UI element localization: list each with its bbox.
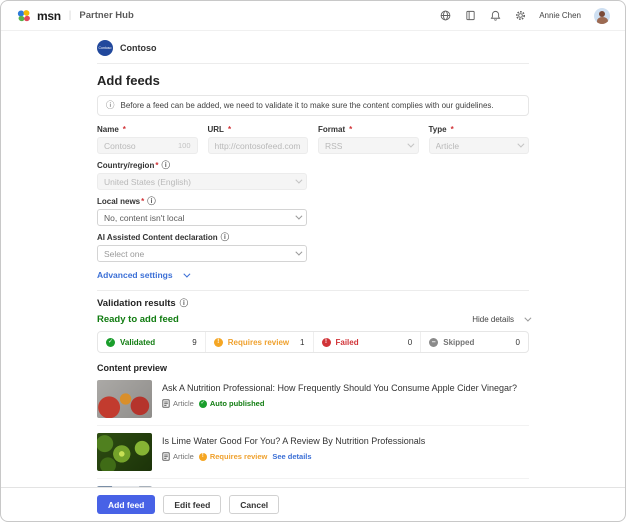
divider <box>97 290 529 291</box>
country-label: Country/region ⓘ <box>97 161 307 170</box>
country-select: United States (English) <box>97 173 307 190</box>
format-field-group: Format RSS <box>318 125 419 154</box>
publisher-avatar: Contoso <box>97 40 113 56</box>
see-details-link[interactable]: See details <box>272 452 311 461</box>
partner-hub-window: msn | Partner Hub <box>0 0 626 522</box>
notifications-icon[interactable] <box>489 10 501 22</box>
article-title: Is Lime Water Good For You? A Review By … <box>162 436 529 446</box>
article-thumbnail <box>97 380 152 418</box>
top-actions: Annie Chen <box>439 8 610 24</box>
url-field-group: URL http://contosofeed.com <box>208 125 309 154</box>
stat-failed: Failed 0 <box>314 332 422 352</box>
name-label: Name <box>97 125 198 134</box>
check-circle-icon <box>106 338 115 347</box>
chevron-down-icon <box>407 141 414 148</box>
ai-declaration-field-group: AI Assisted Content declaration ⓘ Select… <box>97 233 307 262</box>
article-thumbnail <box>97 433 152 471</box>
msn-butterfly-logo-icon <box>16 9 32 23</box>
validation-stats: Validated 9 Requires review 1 Failed 0 S… <box>97 331 529 353</box>
chevron-down-icon <box>295 177 302 184</box>
chevron-down-icon <box>295 213 302 220</box>
advanced-settings-link[interactable]: Advanced settings <box>97 270 188 280</box>
review-status: Requires review <box>199 452 268 461</box>
content-preview-title: Content preview <box>97 363 529 373</box>
country-field-group: Country/region ⓘ United States (English) <box>97 161 307 190</box>
brand-name: msn <box>37 9 61 23</box>
ai-declaration-select[interactable]: Select one <box>97 245 307 262</box>
format-label: Format <box>318 125 419 134</box>
chevron-down-icon <box>183 270 190 277</box>
url-input: http://contosofeed.com <box>208 137 309 154</box>
article-type: Article <box>162 452 194 461</box>
user-avatar[interactable] <box>594 8 610 24</box>
publish-status: Auto published <box>199 399 265 408</box>
hide-details-toggle[interactable]: Hide details <box>472 315 529 324</box>
stat-requires-review: Requires review 1 <box>206 332 314 352</box>
type-field-group: Type Article <box>429 125 530 154</box>
article-icon <box>162 399 170 408</box>
feed-basic-fields: Name Contoso 100 URL http://contosofeed.… <box>97 125 529 154</box>
divider <box>97 63 529 64</box>
main-content: Contoso Contoso Add feeds ⓘ Before a fee… <box>1 31 625 487</box>
preview-item: Ask A Nutrition Professional: How Freque… <box>97 373 529 426</box>
settings-icon[interactable] <box>514 10 526 22</box>
info-icon: ⓘ <box>180 299 189 308</box>
brand-area: msn | Partner Hub <box>16 9 134 23</box>
info-icon: ⓘ <box>221 233 230 242</box>
type-select: Article <box>429 137 530 154</box>
error-circle-icon <box>322 338 331 347</box>
action-bar: Add feed Edit feed Cancel <box>1 487 625 521</box>
add-feed-button[interactable]: Add feed <box>97 495 155 514</box>
local-news-select[interactable]: No, content isn't local <box>97 209 307 226</box>
name-char-counter: 100 <box>178 141 191 150</box>
preview-item: Is Lime Water Good For You? A Review By … <box>97 426 529 479</box>
banner-text: Before a feed can be added, we need to v… <box>121 101 494 110</box>
stat-skipped: Skipped 0 <box>421 332 528 352</box>
name-field-group: Name Contoso 100 <box>97 125 198 154</box>
chevron-down-icon <box>295 249 302 256</box>
app-name: Partner Hub <box>79 10 133 21</box>
name-input: Contoso 100 <box>97 137 198 154</box>
ai-declaration-label: AI Assisted Content declaration ⓘ <box>97 233 307 242</box>
format-select: RSS <box>318 137 419 154</box>
local-news-field-group: Local news ⓘ No, content isn't local <box>97 197 307 226</box>
validation-status-row: Ready to add feed Hide details <box>97 314 529 325</box>
info-icon: ⓘ <box>147 197 156 206</box>
article-type: Article <box>162 399 194 408</box>
top-bar: msn | Partner Hub <box>1 1 625 31</box>
url-label: URL <box>208 125 309 134</box>
publisher-name: Contoso <box>120 43 157 53</box>
resources-icon[interactable] <box>464 10 476 22</box>
user-name: Annie Chen <box>539 11 581 20</box>
publisher-row: Contoso Contoso <box>97 40 529 56</box>
chevron-down-icon <box>524 315 531 322</box>
stat-validated: Validated 9 <box>98 332 206 352</box>
article-title: Ask A Nutrition Professional: How Freque… <box>162 383 529 393</box>
warning-circle-icon <box>199 453 207 461</box>
chevron-down-icon <box>517 141 524 148</box>
skipped-circle-icon <box>429 338 438 347</box>
check-circle-icon <box>199 400 207 408</box>
validation-status: Ready to add feed <box>97 314 179 325</box>
article-icon <box>162 452 170 461</box>
brand-separator: | <box>69 10 72 21</box>
guidelines-banner: ⓘ Before a feed can be added, we need to… <box>97 95 529 116</box>
edit-feed-button[interactable]: Edit feed <box>163 495 221 514</box>
language-icon[interactable] <box>439 10 451 22</box>
warning-circle-icon <box>214 338 223 347</box>
local-news-label: Local news ⓘ <box>97 197 307 206</box>
preview-item: Professional Faqs: What Is The Quickest … <box>97 479 529 487</box>
page-title: Add feeds <box>97 73 529 88</box>
cancel-button[interactable]: Cancel <box>229 495 279 514</box>
type-label: Type <box>429 125 530 134</box>
info-icon: ⓘ <box>106 101 115 110</box>
info-icon: ⓘ <box>161 161 170 170</box>
validation-results-title: Validation results ⓘ <box>97 298 529 309</box>
